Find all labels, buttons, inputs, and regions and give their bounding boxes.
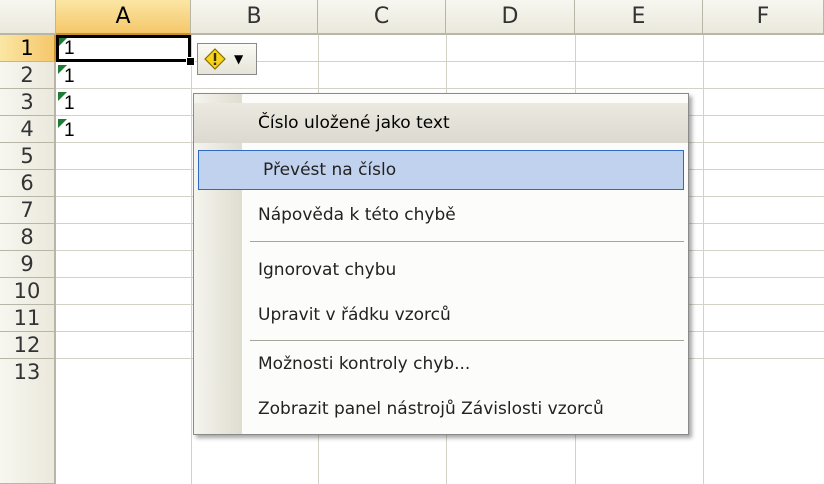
row-header-11[interactable]: 11	[0, 305, 56, 332]
column-header-f[interactable]: F	[703, 0, 824, 35]
row-header-2[interactable]: 2	[0, 62, 56, 89]
menu-item-show-formula-auditing-toolbar[interactable]: Zobrazit panel nástrojů Závislosti vzorc…	[194, 389, 688, 429]
row-header-3[interactable]: 3	[0, 89, 56, 116]
row-header-6[interactable]: 6	[0, 170, 56, 197]
menu-item-help-on-error[interactable]: Nápověda k této chybě	[194, 195, 688, 235]
row-header-4[interactable]: 4	[0, 116, 56, 143]
cell-a3[interactable]: 1	[64, 93, 75, 115]
column-header-e[interactable]: E	[575, 0, 703, 35]
grid-line	[56, 88, 824, 89]
cell-a4[interactable]: 1	[64, 120, 75, 142]
error-smart-tag-button[interactable]: ▼	[197, 43, 257, 75]
row-header-8[interactable]: 8	[0, 224, 56, 251]
fill-handle[interactable]	[186, 57, 195, 66]
menu-separator	[250, 241, 684, 242]
menu-header-number-stored-as-text: Číslo uložené jako text	[194, 103, 688, 143]
chevron-down-icon: ▼	[234, 52, 244, 66]
grid-line	[703, 35, 704, 484]
row-header-7[interactable]: 7	[0, 197, 56, 224]
cell-a2[interactable]: 1	[64, 66, 75, 88]
warning-diamond-icon	[204, 48, 226, 70]
column-header-b[interactable]: B	[191, 0, 318, 35]
active-cell-border	[56, 35, 191, 62]
select-all-corner[interactable]	[0, 0, 56, 35]
row-header-10[interactable]: 10	[0, 278, 56, 305]
row-header-5[interactable]: 5	[0, 143, 56, 170]
menu-item-error-checking-options[interactable]: Možnosti kontroly chyb...	[194, 344, 688, 384]
menu-item-convert-to-number[interactable]: Převést na číslo	[198, 150, 684, 190]
row-header-13[interactable]: 13	[0, 359, 56, 484]
column-header-c[interactable]: C	[318, 0, 446, 35]
row-header-12[interactable]: 12	[0, 332, 56, 359]
error-options-menu: Číslo uložené jako text Převést na číslo…	[193, 93, 689, 435]
grid-line	[191, 35, 192, 484]
column-header-d[interactable]: D	[446, 0, 575, 35]
menu-item-edit-in-formula-bar[interactable]: Upravit v řádku vzorců	[194, 295, 688, 335]
menu-item-ignore-error[interactable]: Ignorovat chybu	[194, 250, 688, 290]
row-header-1[interactable]: 1	[0, 35, 56, 62]
column-header-a[interactable]: A	[56, 0, 191, 35]
menu-separator	[250, 340, 684, 341]
row-header-9[interactable]: 9	[0, 251, 56, 278]
spreadsheet: A B C D E F 1 2 3 4 5 6 7 8 9 10 11 12 1…	[0, 0, 824, 484]
